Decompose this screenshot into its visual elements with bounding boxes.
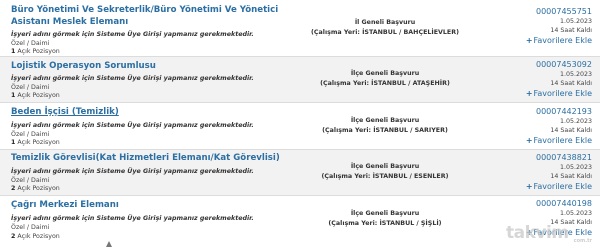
positions-label: Açık Pozisyon	[17, 139, 60, 146]
positions-label: Açık Pozisyon	[17, 92, 60, 99]
listing-code-link[interactable]: 00007455751	[472, 6, 592, 17]
watermark-sub: com.tr	[573, 238, 592, 244]
work-location: (Çalışma Yeri: İSTANBUL / BAHÇELİEVLER)	[311, 29, 459, 36]
scope-label: İlçe Geneli Başvuru	[350, 163, 420, 170]
login-required-note: İşyeri adını görmek için Sisteme Üye Gir…	[11, 215, 254, 222]
login-required-note: İşyeri adını görmek için Sisteme Üye Gir…	[11, 75, 254, 82]
plus-icon: +	[525, 36, 533, 45]
work-location: (Çalışma Yeri: İSTANBUL / SARIYER)	[322, 127, 448, 134]
listing-code-link[interactable]: 00007440198	[472, 198, 592, 209]
listing-date: 1.05.2023	[559, 164, 592, 171]
open-positions: 1 Açık Pozisyon	[11, 92, 60, 99]
positions-count: 2	[11, 233, 16, 240]
listing-meta: 00007453092 1.05.2023 14 Saat Kaldı +Fav…	[472, 59, 592, 99]
listing-meta: 00007455751 1.05.2023 14 Saat Kaldı +Fav…	[472, 6, 592, 46]
scope-label: İl Geneli Başvuru	[354, 19, 416, 26]
positions-count: 1	[11, 48, 16, 55]
favorite-label: Favorilere Ekle	[533, 182, 592, 191]
positions-count: 1	[11, 92, 16, 99]
plus-icon: +	[525, 136, 533, 145]
work-location: (Çalışma Yeri: İSTANBUL / ATAŞEHİR)	[320, 80, 450, 87]
watermark-logo: takvim com.tr	[506, 223, 594, 245]
watermark-text: takvim	[506, 223, 569, 243]
positions-label: Açık Pozisyon	[17, 185, 60, 192]
job-listings: Büro Yönetimi Ve Sekreterlik/Büro Yöneti…	[0, 0, 600, 249]
listing-code-link[interactable]: 00007442193	[472, 106, 592, 117]
job-title-link[interactable]: Temizlik Görevlisi(Kat Hizmetleri Eleman…	[11, 152, 331, 164]
job-listing-row: Temizlik Görevlisi(Kat Hizmetleri Eleman…	[0, 150, 600, 196]
positions-label: Açık Pozisyon	[17, 48, 60, 55]
application-scope: İl Geneli Başvuru (Çalışma Yeri: İSTANBU…	[305, 18, 465, 38]
application-scope: İlçe Geneli Başvuru (Çalışma Yeri: İSTAN…	[305, 162, 465, 182]
login-required-note: İşyeri adını görmek için Sisteme Üye Gir…	[11, 31, 254, 38]
open-positions: 2 Açık Pozisyon	[11, 185, 60, 192]
positions-count: 1	[11, 139, 16, 146]
open-positions: 1 Açık Pozisyon	[11, 48, 60, 55]
login-required-note: İşyeri adını görmek için Sisteme Üye Gir…	[11, 122, 254, 129]
job-title-link[interactable]: Lojistik Operasyon Sorumlusu	[11, 60, 311, 72]
employment-type: Özel / Daimi	[11, 131, 50, 138]
open-positions: 1 Açık Pozisyon	[11, 139, 60, 146]
scope-label: İlçe Geneli Başvuru	[350, 210, 420, 217]
favorite-label: Favorilere Ekle	[533, 136, 592, 145]
application-scope: İlçe Geneli Başvuru (Çalışma Yeri: İSTAN…	[305, 69, 465, 89]
add-favorite-button[interactable]: +Favorilere Ekle	[472, 181, 592, 192]
application-scope: İlçe Geneli Başvuru (Çalışma Yeri: İSTAN…	[305, 209, 465, 229]
listing-code-link[interactable]: 00007438821	[472, 152, 592, 163]
listing-date: 1.05.2023	[559, 210, 592, 217]
plus-icon: +	[525, 89, 533, 98]
employment-type: Özel / Daimi	[11, 40, 50, 47]
job-title-link[interactable]: Büro Yönetimi Ve Sekreterlik/Büro Yöneti…	[11, 4, 311, 28]
job-listing-row: Lojistik Operasyon Sorumlusu İşyeri adın…	[0, 57, 600, 103]
scope-label: İlçe Geneli Başvuru	[350, 117, 420, 124]
time-left: 14 Saat Kaldı	[550, 173, 592, 180]
scope-label: İlçe Geneli Başvuru	[350, 70, 420, 77]
add-favorite-button[interactable]: +Favorilere Ekle	[472, 88, 592, 99]
job-title-link[interactable]: Beden İşçisi (Temizlik)	[11, 106, 311, 118]
application-scope: İlçe Geneli Başvuru (Çalışma Yeri: İSTAN…	[305, 116, 465, 136]
favorite-label: Favorilere Ekle	[533, 36, 592, 45]
time-left: 14 Saat Kaldı	[550, 27, 592, 34]
positions-count: 2	[11, 185, 16, 192]
time-left: 14 Saat Kaldı	[550, 127, 592, 134]
time-left: 14 Saat Kaldı	[550, 80, 592, 87]
listing-date: 1.05.2023	[559, 18, 592, 25]
employment-type: Özel / Daimi	[11, 177, 50, 184]
listing-meta: 00007442193 1.05.2023 14 Saat Kaldı +Fav…	[472, 106, 592, 146]
add-favorite-button[interactable]: +Favorilere Ekle	[472, 35, 592, 46]
listing-meta: 00007438821 1.05.2023 14 Saat Kaldı +Fav…	[472, 152, 592, 192]
positions-label: Açık Pozisyon	[17, 233, 60, 240]
open-positions: 2 Açık Pozisyon	[11, 233, 60, 240]
job-listing-row: Büro Yönetimi Ve Sekreterlik/Büro Yöneti…	[0, 0, 600, 57]
add-favorite-button[interactable]: +Favorilere Ekle	[472, 135, 592, 146]
job-listing-row: Beden İşçisi (Temizlik) İşyeri adını gör…	[0, 103, 600, 150]
favorite-label: Favorilere Ekle	[533, 89, 592, 98]
job-title-link[interactable]: Çağrı Merkezi Elemanı	[11, 199, 311, 211]
plus-icon: +	[525, 182, 533, 191]
mouse-cursor-icon	[106, 241, 112, 247]
employment-type: Özel / Daimi	[11, 84, 50, 91]
work-location: (Çalışma Yeri: İSTANBUL / ŞİŞLİ)	[328, 220, 442, 227]
employment-type: Özel / Daimi	[11, 224, 50, 231]
work-location: (Çalışma Yeri: İSTANBUL / ESENLER)	[321, 173, 449, 180]
listing-date: 1.05.2023	[559, 71, 592, 78]
listing-date: 1.05.2023	[559, 118, 592, 125]
listing-code-link[interactable]: 00007453092	[472, 59, 592, 70]
login-required-note: İşyeri adını görmek için Sisteme Üye Gir…	[11, 168, 254, 175]
